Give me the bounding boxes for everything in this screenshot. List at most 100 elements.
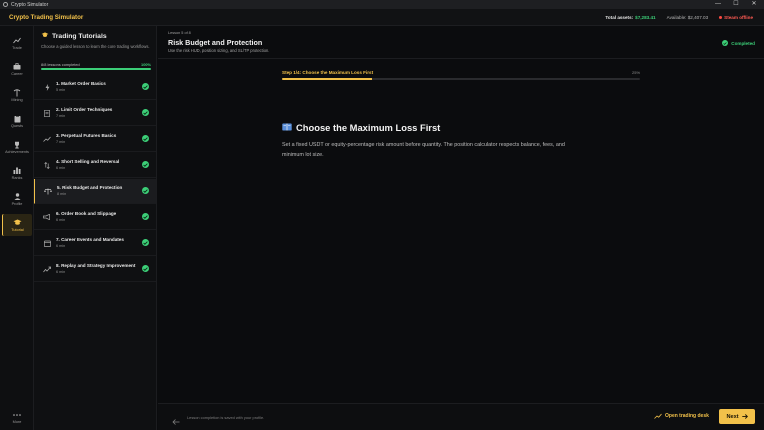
- lesson-title: 4. Short Selling and Reversal: [56, 159, 120, 164]
- open-trading-desk-label: Open trading desk: [665, 413, 709, 419]
- lesson-title: 1. Market Order Basics: [56, 81, 106, 86]
- steam-status-badge[interactable]: Steam offline: [719, 15, 753, 20]
- nav-label: Tutorial: [11, 228, 24, 232]
- footer-note: Lesson completion is saved with your pro…: [187, 415, 265, 420]
- nav-item-mining[interactable]: Mining: [2, 84, 32, 106]
- lesson-item-3[interactable]: 3. Perpetual Futures Basics 7 min: [34, 127, 156, 152]
- nav-item-achievements[interactable]: Achievements: [2, 136, 32, 158]
- user-icon: [13, 192, 22, 201]
- lessons-title-text: Trading Tutorials: [52, 32, 107, 40]
- replay-chart-icon: [43, 265, 51, 273]
- lesson-description: Use the risk HUD, position sizing, and S…: [168, 48, 270, 53]
- app-icon: [3, 2, 8, 7]
- lesson-title: 5. Risk Budget and Protection: [57, 185, 123, 190]
- check-icon: [142, 161, 149, 168]
- lesson-item-8[interactable]: 8. Replay and Strategy Improvement 6 min: [34, 257, 156, 282]
- graduation-cap-icon: [41, 32, 49, 40]
- total-assets-value: $7,283.41: [635, 15, 656, 20]
- lesson-duration: 7 min: [56, 140, 66, 144]
- lesson-item-2[interactable]: 2. Limit Order Techniques 7 min: [34, 101, 156, 126]
- lessons-progress-pct: 100%: [141, 62, 151, 67]
- lesson-duration: 8 min: [57, 192, 67, 196]
- maximize-button[interactable]: ☐: [727, 0, 745, 9]
- completed-badge: Completed: [722, 40, 755, 46]
- lesson-item-6[interactable]: 6. Order Book and Slippage 6 min: [34, 205, 156, 230]
- calendar-icon: [43, 239, 51, 247]
- close-button[interactable]: ✕: [745, 0, 763, 9]
- lesson-footer: Lesson completion is saved with your pro…: [158, 403, 764, 430]
- step-label: Step 1/4: Choose the Maximum Loss First: [282, 70, 374, 75]
- graduation-cap-icon: [13, 218, 22, 227]
- lesson-duration: 6 min: [56, 244, 66, 248]
- scale-icon: [44, 187, 52, 195]
- lesson-heading: Risk Budget and Protection: [168, 38, 263, 47]
- lesson-item-4[interactable]: 4. Short Selling and Reversal 6 min: [34, 153, 156, 178]
- check-icon: [142, 265, 149, 272]
- trend-up-icon: [654, 413, 662, 419]
- step-progress-fill: [282, 78, 372, 80]
- trend-up-icon: [43, 135, 51, 143]
- lesson-duration: 6 min: [56, 270, 66, 274]
- back-arrow-icon[interactable]: [172, 413, 180, 425]
- window-title: Crypto Simulator: [11, 1, 49, 8]
- steam-status-text: Steam offline: [724, 15, 753, 20]
- lesson-title: 2. Limit Order Techniques: [56, 107, 113, 112]
- lesson-item-1[interactable]: 1. Market Order Basics 5 min: [34, 75, 156, 100]
- open-trading-desk-button[interactable]: Open trading desk: [654, 413, 709, 419]
- lesson-duration: 6 min: [56, 218, 66, 222]
- order-book-icon: [43, 109, 51, 117]
- status-dot-icon: [719, 16, 723, 19]
- next-button[interactable]: Next: [719, 409, 755, 424]
- step-percent: 25%: [632, 70, 641, 75]
- lesson-item-5[interactable]: 5. Risk Budget and Protection 8 min: [34, 179, 156, 204]
- bar-chart-icon: [13, 166, 22, 175]
- lesson-title: 6. Order Book and Slippage: [56, 211, 117, 216]
- minimize-button[interactable]: —: [709, 0, 727, 9]
- lessons-progress-bar: [41, 68, 151, 70]
- lesson-title: 7. Career Events and Mandates: [56, 237, 124, 242]
- nav-item-trade[interactable]: Trade: [2, 32, 32, 54]
- lessons-subtitle: Choose a guided lesson to learn the core…: [41, 44, 150, 49]
- nav-item-tutorial[interactable]: Tutorial: [2, 214, 32, 236]
- lessons-panel: Trading Tutorials Choose a guided lesson…: [34, 26, 157, 430]
- check-icon: [142, 83, 149, 90]
- nav-label: Mining: [11, 98, 23, 102]
- check-circle-icon: [722, 40, 729, 46]
- arrows-updown-icon: [43, 161, 51, 169]
- nav-label: Trade: [12, 46, 22, 50]
- available-balance: Available: $2,407.03: [666, 15, 709, 20]
- header-divider: [158, 58, 764, 59]
- nav-item-profile[interactable]: Profile: [2, 188, 32, 210]
- lessons-progress-fill: [41, 68, 151, 70]
- nav-label: Achievements: [5, 150, 29, 154]
- window-titlebar: Crypto Simulator — ☐ ✕: [0, 0, 764, 9]
- total-assets-label: Total assets:: [605, 15, 634, 20]
- nav-label: Profile: [11, 202, 23, 206]
- nav-label: Quests: [10, 124, 24, 128]
- lessons-progress-text: 8/8 lessons completed: [41, 62, 80, 67]
- nav-item-ranks[interactable]: Ranks: [2, 162, 32, 184]
- trophy-icon: [13, 140, 22, 149]
- step-body: Set a fixed USDT or equity-percentage ri…: [282, 142, 565, 158]
- book-icon: [282, 122, 292, 133]
- nav-item-career[interactable]: Career: [2, 58, 32, 80]
- bolt-icon: [43, 83, 51, 91]
- lesson-title: 8. Replay and Strategy Improvement: [56, 263, 136, 268]
- nav-item-quests[interactable]: Quests: [2, 110, 32, 132]
- completed-text: Completed: [731, 40, 755, 46]
- nav-item-more[interactable]: More: [2, 406, 32, 428]
- clipboard-icon: [13, 114, 22, 123]
- nav-label: Career: [11, 72, 23, 76]
- lesson-content: Lesson 5 of 8 Risk Budget and Protection…: [158, 26, 764, 430]
- nav-label: Ranks: [11, 176, 23, 180]
- briefcase-icon: [13, 62, 22, 71]
- app-header: Crypto Trading Simulator Total assets: $…: [0, 9, 764, 26]
- lesson-title: 3. Perpetual Futures Basics: [56, 133, 117, 138]
- lessons-progress-row: 8/8 lessons completed 100%: [41, 62, 151, 67]
- nav-label: More: [12, 420, 22, 424]
- lesson-item-7[interactable]: 7. Career Events and Mandates 6 min: [34, 231, 156, 256]
- account-summary: Total assets: $7,283.41 Available: $2,40…: [605, 9, 764, 26]
- arrow-right-icon: [741, 414, 748, 419]
- check-icon: [142, 135, 149, 142]
- step-progress-bar: [282, 78, 640, 80]
